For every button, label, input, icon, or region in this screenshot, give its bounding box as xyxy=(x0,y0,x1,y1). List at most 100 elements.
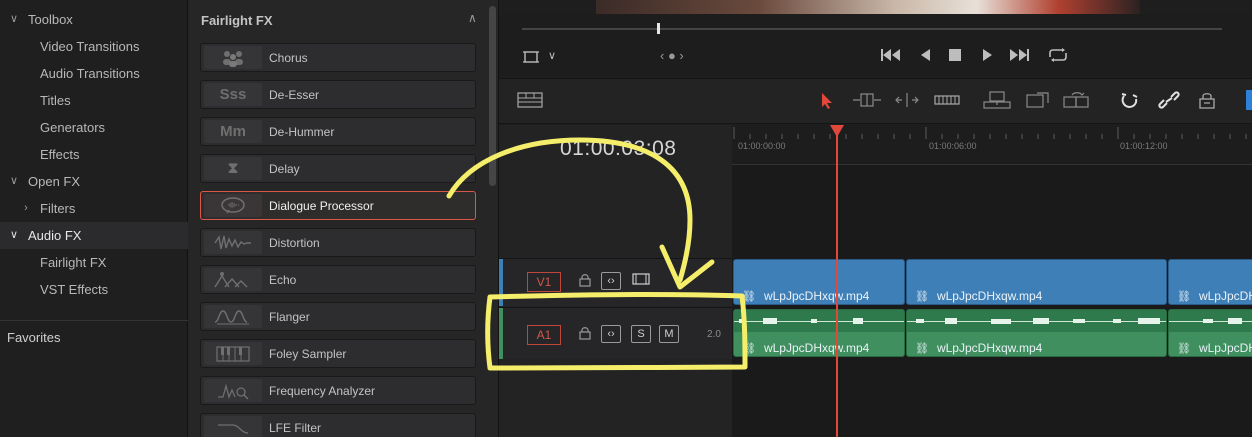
overwrite-clip-icon[interactable] xyxy=(1025,91,1051,114)
lfe-filter-icon xyxy=(204,416,262,437)
clip-label: ⛓wLpJpcDHxqw.mp4 xyxy=(915,341,1043,355)
track-header-v1[interactable]: V1 ‹› xyxy=(499,258,732,306)
fx-item-dialogue-processor[interactable]: Dialogue Processor xyxy=(200,191,476,220)
chevron-right-icon: › xyxy=(24,202,28,214)
hourglass-icon: ⧗ xyxy=(204,157,262,180)
favorites-header[interactable]: Favorites xyxy=(7,330,60,345)
resolve-edit-page: ∨ Toolbox Video Transitions Audio Transi… xyxy=(0,0,1252,437)
lock-icon[interactable] xyxy=(579,326,591,343)
solo-button[interactable]: S xyxy=(631,325,651,343)
scrollbar[interactable] xyxy=(489,6,496,186)
tree-item-audio-transitions[interactable]: Audio Transitions xyxy=(0,60,188,87)
chevron-down-icon: ∨ xyxy=(9,229,19,241)
fx-item-distortion[interactable]: Distortion xyxy=(200,228,476,257)
tree-item-titles[interactable]: Titles xyxy=(0,87,188,114)
playhead[interactable] xyxy=(836,133,838,437)
track-color-stripe xyxy=(499,308,503,359)
position-lock-icon[interactable] xyxy=(1197,91,1217,114)
mute-button[interactable]: M xyxy=(659,325,679,343)
prev-marker-icon[interactable]: ‹ ● › xyxy=(660,48,684,63)
lock-icon[interactable] xyxy=(579,273,591,290)
auto-select-icon[interactable]: ‹› xyxy=(601,325,621,343)
fx-item-de-hummer[interactable]: Mm De-Hummer xyxy=(200,117,476,146)
ruler-label: 01:00:12:00 xyxy=(1120,141,1168,151)
fx-item-lfe-filter[interactable]: LFE Filter xyxy=(200,413,476,437)
fx-item-de-esser[interactable]: Sss De-Esser xyxy=(200,80,476,109)
de-hummer-icon: Mm xyxy=(204,120,262,143)
stop-icon[interactable] xyxy=(948,47,962,67)
waveform-peaks xyxy=(739,318,1242,324)
trim-tool-icon[interactable] xyxy=(852,92,882,113)
fx-item-foley-sampler[interactable]: Foley Sampler xyxy=(200,339,476,368)
dynamic-trim-icon[interactable] xyxy=(893,92,921,113)
link-icon: ⛓ xyxy=(1177,343,1191,355)
tree-item-toolbox[interactable]: ∨ Toolbox xyxy=(0,6,188,33)
play-icon[interactable] xyxy=(980,47,994,67)
timecode-display: 01:00:03:08 xyxy=(560,137,677,160)
ruler-label: 01:00:00:00 xyxy=(738,141,786,151)
replace-clip-icon[interactable] xyxy=(1062,91,1092,114)
distortion-icon xyxy=(204,231,262,254)
insert-clip-icon[interactable] xyxy=(982,91,1012,114)
crop-icon[interactable] xyxy=(522,49,540,69)
viewer-transport-bar xyxy=(499,14,1252,76)
fx-item-chorus[interactable]: Chorus xyxy=(200,43,476,72)
selection-tool-icon[interactable] xyxy=(820,92,834,115)
fx-item-frequency-analyzer[interactable]: Frequency Analyzer xyxy=(200,376,476,405)
link-icon: ⛓ xyxy=(1177,291,1191,303)
video-clip[interactable]: ⛓wLpJpcDHxqw.mp4 xyxy=(733,259,905,305)
chevron-down-icon: ∨ xyxy=(9,13,19,25)
flanger-icon xyxy=(204,305,262,328)
tree-item-vst-effects[interactable]: VST Effects xyxy=(0,276,188,303)
link-icon: ⛓ xyxy=(915,343,929,355)
snapping-icon[interactable] xyxy=(1119,91,1141,114)
link-icon: ⛓ xyxy=(742,343,756,355)
chorus-icon xyxy=(204,46,262,69)
tree-item-generators[interactable]: Generators xyxy=(0,114,188,141)
chevron-up-icon[interactable]: ∧ xyxy=(468,11,477,25)
tree-item-audio-fx[interactable]: ∨ Audio FX xyxy=(0,222,188,249)
de-esser-icon: Sss xyxy=(204,83,262,106)
clip-label: ⛓wLpJpcDHxqw.mp4 xyxy=(742,341,870,355)
scrubber-handle[interactable] xyxy=(657,23,660,34)
blade-tool-icon[interactable] xyxy=(934,92,960,113)
ruler-ticks xyxy=(733,127,1247,139)
echo-icon xyxy=(204,268,262,291)
clip-label: ⛓wLpJpcDHxqw.mp4 xyxy=(1177,341,1252,355)
fx-item-echo[interactable]: Echo xyxy=(200,265,476,294)
video-clip[interactable]: ⛓wLpJpcDHxqw.mp4 xyxy=(1168,259,1252,305)
chevron-down-icon[interactable]: ∨ xyxy=(548,49,556,62)
tree-item-effects[interactable]: Effects xyxy=(0,141,188,168)
divider xyxy=(0,320,188,321)
tree-item-open-fx[interactable]: ∨ Open FX xyxy=(0,168,188,195)
video-clip[interactable]: ⛓wLpJpcDHxqw.mp4 xyxy=(906,259,1167,305)
track-color-stripe xyxy=(499,259,503,306)
track-display-icon[interactable] xyxy=(631,272,651,290)
playhead-handle[interactable] xyxy=(830,125,844,137)
go-to-end-icon[interactable] xyxy=(1008,47,1030,67)
link-icon: ⛓ xyxy=(915,291,929,303)
viewer-scrubber[interactable] xyxy=(522,28,1222,30)
track-name[interactable]: A1 xyxy=(527,325,561,345)
clip-label: ⛓wLpJpcDHxqw.mp4 xyxy=(1177,289,1252,303)
loop-icon[interactable] xyxy=(1046,47,1070,67)
fairlight-fx-panel: Fairlight FX ∧ Chorus Sss De-Esser Mm De… xyxy=(188,0,499,437)
piano-icon xyxy=(204,342,262,365)
dialogue-icon xyxy=(204,194,262,217)
track-header-a1[interactable]: A1 ‹› S M 2.0 xyxy=(499,307,732,359)
timeline-view-options-icon[interactable] xyxy=(517,92,543,113)
tree-item-fairlight-fx[interactable]: Fairlight FX xyxy=(0,249,188,276)
track-name[interactable]: V1 xyxy=(527,272,561,292)
flag-color-icon[interactable] xyxy=(1246,90,1252,110)
tree-item-video-transitions[interactable]: Video Transitions xyxy=(0,33,188,60)
link-icon: ⛓ xyxy=(742,291,756,303)
go-to-start-icon[interactable] xyxy=(880,47,902,67)
clip-label: ⛓wLpJpcDHxqw.mp4 xyxy=(742,289,870,303)
linked-selection-icon[interactable] xyxy=(1158,91,1180,114)
viewer-frame xyxy=(596,0,1140,14)
auto-select-icon[interactable]: ‹› xyxy=(601,272,621,290)
fx-item-delay[interactable]: ⧗ Delay xyxy=(200,154,476,183)
fx-item-flanger[interactable]: Flanger xyxy=(200,302,476,331)
tree-item-filters[interactable]: › Filters xyxy=(0,195,188,222)
play-reverse-icon[interactable] xyxy=(918,47,932,67)
